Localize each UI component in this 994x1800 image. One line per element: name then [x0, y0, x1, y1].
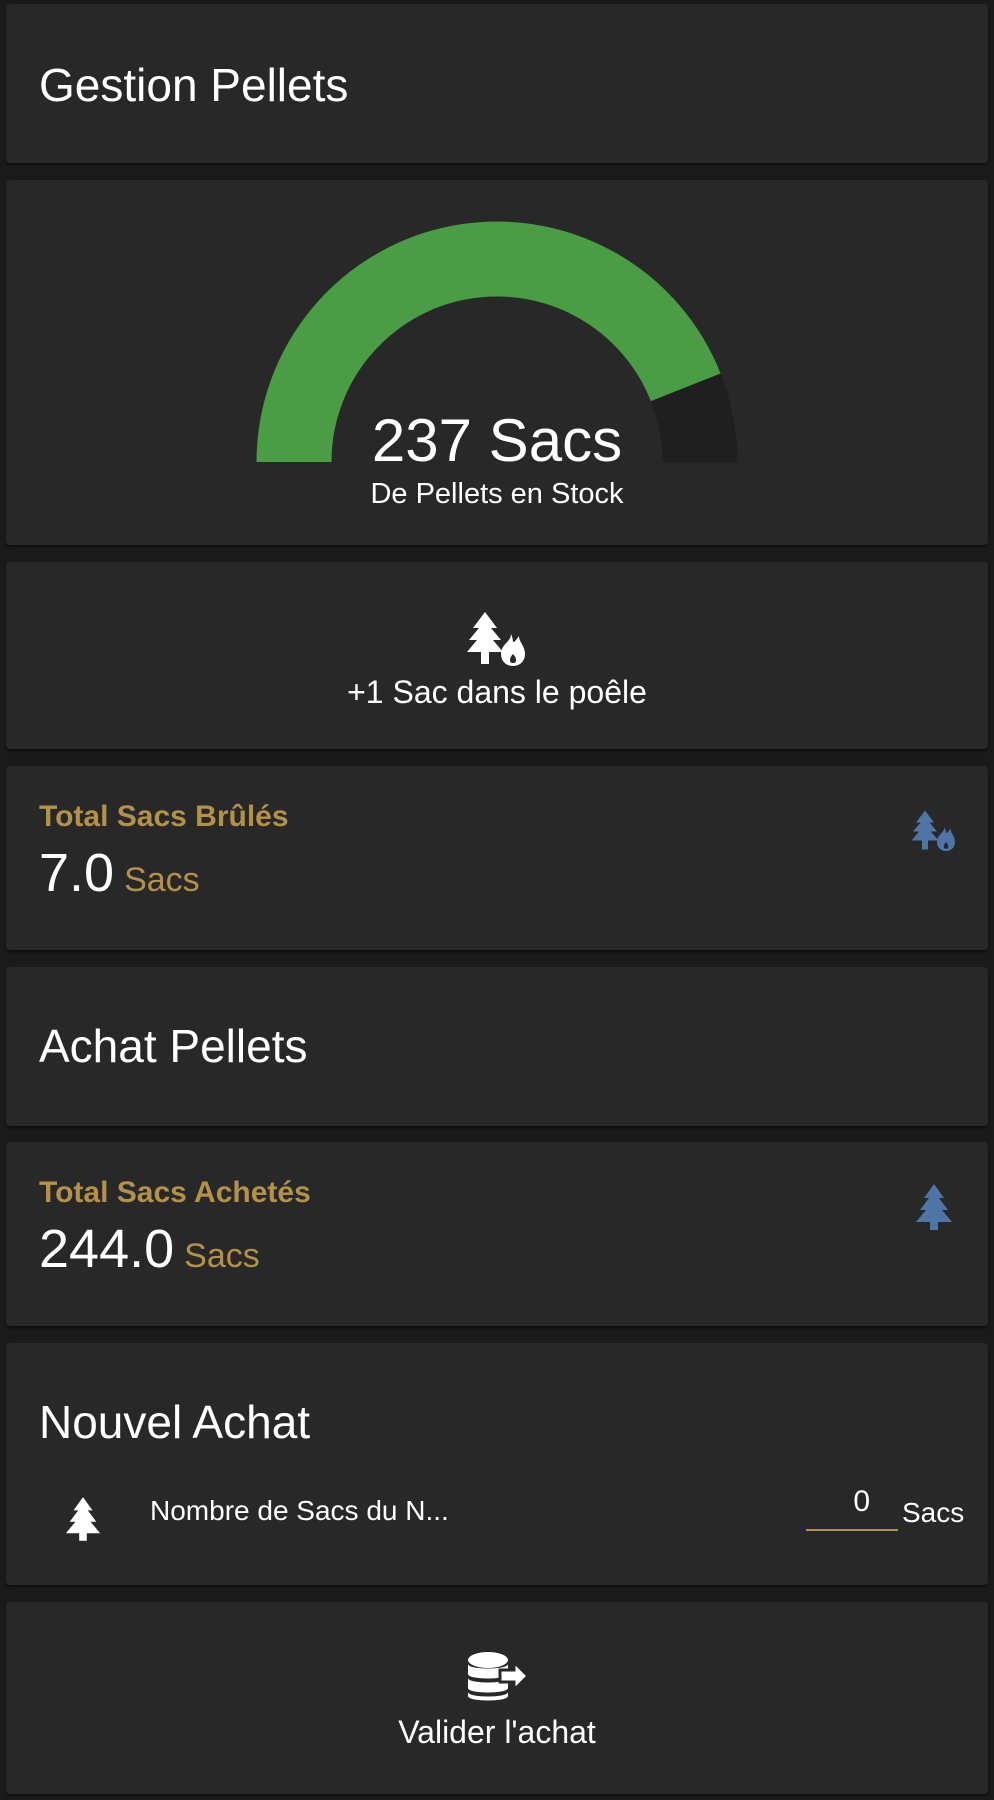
gauge-label: De Pellets en Stock: [370, 478, 624, 510]
pine-tree-icon: [65, 1497, 101, 1541]
bag-count-input[interactable]: 0: [853, 1485, 870, 1519]
bag-count-input-wrap: 0: [806, 1475, 898, 1531]
bag-count-unit: Sacs: [902, 1497, 965, 1528]
tree-fire-icon: [911, 810, 955, 851]
new-purchase-title: Nouvel Achat: [39, 1396, 311, 1448]
total-burned-value: 7.0: [39, 843, 115, 903]
total-bought-value-row: 244.0 Sacs: [39, 1218, 260, 1280]
total-burned-unit: Sacs: [124, 861, 200, 899]
total-burned-value-row: 7.0 Sacs: [39, 842, 200, 904]
database-export-icon: [468, 1652, 531, 1701]
tree-fire-icon: [467, 612, 525, 666]
achat-pellets-card: Achat Pellets: [6, 967, 988, 1126]
total-bought-value: 244.0: [39, 1219, 175, 1279]
gestion-pellets-title: Gestion Pellets: [39, 59, 349, 111]
add-bag-stove-button[interactable]: +1 Sac dans le poêle: [6, 562, 988, 749]
new-purchase-card: Nouvel Achat Nombre de Sacs du N... 0 Sa…: [6, 1343, 988, 1585]
bag-count-label: Nombre de Sacs du N...: [150, 1495, 449, 1526]
validate-purchase-button[interactable]: Valider l'achat: [6, 1602, 988, 1794]
total-burned-card[interactable]: Total Sacs Brûlés 7.0 Sacs: [6, 766, 988, 950]
achat-pellets-title: Achat Pellets: [39, 1020, 308, 1072]
add-bag-stove-label: +1 Sac dans le poêle: [347, 674, 647, 710]
stock-gauge-card[interactable]: 237 Sacs De Pellets en Stock: [6, 180, 988, 545]
total-bought-name: Total Sacs Achetés: [39, 1176, 311, 1209]
gauge-value: 237 Sacs: [371, 407, 623, 474]
gestion-pellets-card: Gestion Pellets: [6, 4, 988, 163]
validate-purchase-label: Valider l'achat: [398, 1714, 596, 1750]
total-burned-name: Total Sacs Brûlés: [39, 800, 289, 833]
total-bought-card[interactable]: Total Sacs Achetés 244.0 Sacs: [6, 1142, 988, 1326]
pine-tree-icon: [916, 1184, 952, 1230]
total-bought-unit: Sacs: [184, 1237, 260, 1275]
